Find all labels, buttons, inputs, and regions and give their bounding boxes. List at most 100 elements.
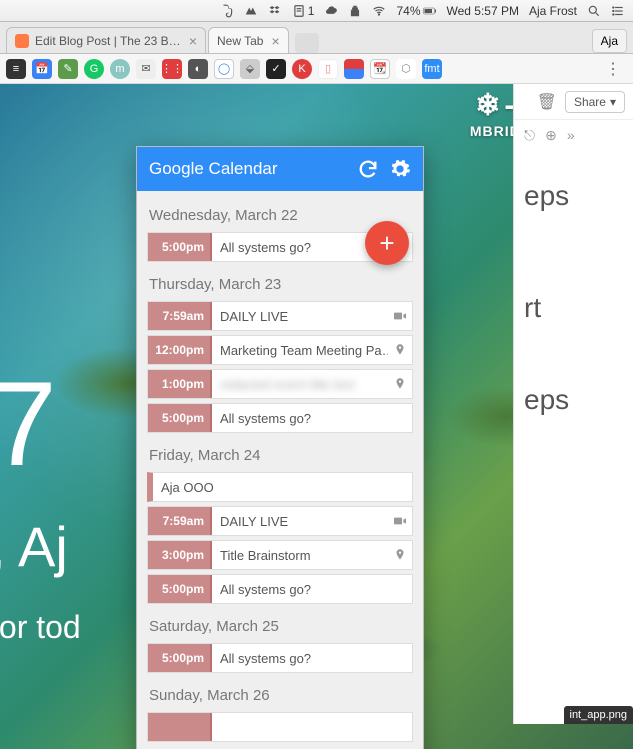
tab-strip: Edit Blog Post | The 23 Best G… × New Ta… <box>0 22 633 54</box>
tab-1-label: Edit Blog Post | The 23 Best G… <box>35 34 181 48</box>
battery-percent-text: 74% <box>396 4 420 18</box>
event-row[interactable]: 5:00pmAll systems go? <box>147 403 413 433</box>
ext-icon-k[interactable]: K <box>292 59 312 79</box>
ext-icon-doc[interactable]: ▯ <box>318 59 338 79</box>
ext-icon-gcal-active[interactable]: 📆 <box>370 59 390 79</box>
file-chip[interactable]: int_app.png <box>564 706 633 724</box>
day-header: Friday, March 24 <box>149 447 413 464</box>
video-icon <box>388 507 412 535</box>
browser-window: Edit Blog Post | The 23 Best G… × New Ta… <box>0 22 633 749</box>
event-title <box>212 713 412 741</box>
event-time: 7:59am <box>148 507 212 535</box>
ext-icon-calendar[interactable]: 📅 <box>32 59 52 79</box>
macos-menubar: 1 74% Wed 5:57 PM Aja Frost <box>0 0 633 22</box>
event-row[interactable]: 12:00pmMarketing Team Meeting Pa… <box>147 335 413 365</box>
event-title: All systems go? <box>212 404 412 432</box>
clock-fragment: 7 <box>0 364 81 484</box>
event-title: Title Brainstorm <box>212 541 388 569</box>
event-title: DAILY LIVE <box>212 507 388 535</box>
event-time: 5:00pm <box>148 644 212 672</box>
event-time: 7:59am <box>148 302 212 330</box>
ext-icon-evernote[interactable]: ✎ <box>58 59 78 79</box>
globe-icon[interactable]: ⊕ <box>545 127 557 144</box>
menubar-tower-icon[interactable] <box>348 4 362 18</box>
event-row[interactable]: 1:00pmredacted event title text <box>147 369 413 399</box>
menubar-app-icon[interactable] <box>244 4 258 18</box>
menubar-dropbox-icon[interactable] <box>268 4 282 18</box>
sub-fragment: for tod <box>0 609 81 646</box>
event-row[interactable]: 5:00pmAll systems go? <box>147 574 413 604</box>
event-row[interactable]: 7:59amDAILY LIVE <box>147 301 413 331</box>
event-time: 5:00pm <box>148 404 212 432</box>
event-title: DAILY LIVE <box>212 302 388 330</box>
menubar-wifi-icon[interactable] <box>372 4 386 18</box>
tab-2-active[interactable]: New Tab × <box>208 27 289 53</box>
menubar-notes-icon[interactable]: 1 <box>292 4 315 18</box>
event-row[interactable]: 5:00pmAll systems go? <box>147 643 413 673</box>
greeting-fragment: , Aj <box>0 514 81 579</box>
menubar-list-icon[interactable] <box>611 4 625 18</box>
link-icon[interactable]: ⎋ <box>524 127 535 144</box>
event-time: 5:00pm <box>148 575 212 603</box>
weather-snow-icon: ❄ <box>475 88 500 123</box>
panel-text-3: eps <box>524 384 623 416</box>
calendar-extension-popup: Google Calendar + Wednesday, March 22 5:0… <box>136 146 424 749</box>
chrome-menu-icon[interactable]: ⋮ <box>599 59 627 79</box>
event-row[interactable]: 3:00pmTitle Brainstorm <box>147 540 413 570</box>
pin-icon <box>388 370 412 398</box>
page-content: ❄ -2° MBRIDGE 7 , Aj for tod 🗑 Share ▾ ⎋… <box>0 84 633 749</box>
event-row[interactable]: 7:59amDAILY LIVE <box>147 506 413 536</box>
ext-icon-m[interactable]: m <box>110 59 130 79</box>
event-time: 3:00pm <box>148 541 212 569</box>
event-title: Aja OOO <box>153 473 412 501</box>
event-row[interactable]: Aja OOO <box>147 472 413 502</box>
ext-icon-dropbox[interactable]: ⬡ <box>396 59 416 79</box>
newtab-greeting: 7 , Aj for tod <box>0 364 81 646</box>
tab-2-label: New Tab <box>217 34 263 48</box>
panel-text-1: eps <box>524 180 623 212</box>
ext-icon-buffer[interactable]: ≡ <box>6 59 26 79</box>
refresh-icon[interactable] <box>357 158 379 180</box>
menubar-battery[interactable]: 74% <box>396 4 436 18</box>
gear-icon[interactable] <box>389 158 411 180</box>
ext-icon-bucket[interactable]: ⬙ <box>240 59 260 79</box>
right-app-panel: 🗑 Share ▾ ⎋ ⊕ » eps rt eps int_app.png <box>513 84 633 724</box>
day-header: Wednesday, March 22 <box>149 207 413 224</box>
event-row[interactable] <box>147 712 413 742</box>
event-title: All systems go? <box>212 644 412 672</box>
ext-icon-check[interactable]: ✓ <box>266 59 286 79</box>
share-button[interactable]: Share ▾ <box>565 91 625 113</box>
more-icon[interactable]: » <box>567 127 575 143</box>
menubar-spotlight-icon[interactable] <box>587 4 601 18</box>
tab-1[interactable]: Edit Blog Post | The 23 Best G… × <box>6 27 206 53</box>
add-event-fab[interactable]: + <box>365 221 409 265</box>
profile-button[interactable]: Aja <box>592 29 627 53</box>
ext-icon-mail[interactable]: ✉ <box>136 59 156 79</box>
ext-icon-plug[interactable]: ◐ <box>188 59 208 79</box>
tab-1-close-icon[interactable]: × <box>189 34 197 48</box>
day-header: Sunday, March 26 <box>149 687 413 704</box>
event-time: 5:00pm <box>148 233 212 261</box>
ext-icon-fmt[interactable]: fmt <box>422 59 442 79</box>
event-title: Marketing Team Meeting Pa… <box>212 336 388 364</box>
tab-2-close-icon[interactable]: × <box>271 34 279 48</box>
menubar-user[interactable]: Aja Frost <box>529 4 577 18</box>
day-header: Thursday, March 23 <box>149 276 413 293</box>
menubar-clock[interactable]: Wed 5:57 PM <box>447 4 519 18</box>
menubar-evernote-icon[interactable] <box>220 4 234 18</box>
share-label: Share <box>574 95 606 109</box>
menubar-notes-badge: 1 <box>308 4 315 18</box>
popup-scroll[interactable]: Wednesday, March 225:00pmAll systems go?… <box>137 191 423 749</box>
pin-icon <box>388 336 412 364</box>
event-time: 1:00pm <box>148 370 212 398</box>
trash-icon[interactable]: 🗑 <box>537 92 557 112</box>
ext-icon-grid[interactable]: ⋮⋮ <box>162 59 182 79</box>
tab-1-favicon-icon <box>15 34 29 48</box>
ext-icon-grammarly[interactable]: G <box>84 59 104 79</box>
extension-toolbar: ≡ 📅 ✎ G m ✉ ⋮⋮ ◐ ◯ ⬙ ✓ K ▯ 📆 ⬡ fmt ⋮ <box>0 54 633 84</box>
new-tab-button[interactable] <box>295 33 319 53</box>
popup-title: Google Calendar <box>149 159 278 179</box>
ext-icon-circle[interactable]: ◯ <box>214 59 234 79</box>
ext-icon-split[interactable] <box>344 59 364 79</box>
menubar-cloud-icon[interactable] <box>324 4 338 18</box>
